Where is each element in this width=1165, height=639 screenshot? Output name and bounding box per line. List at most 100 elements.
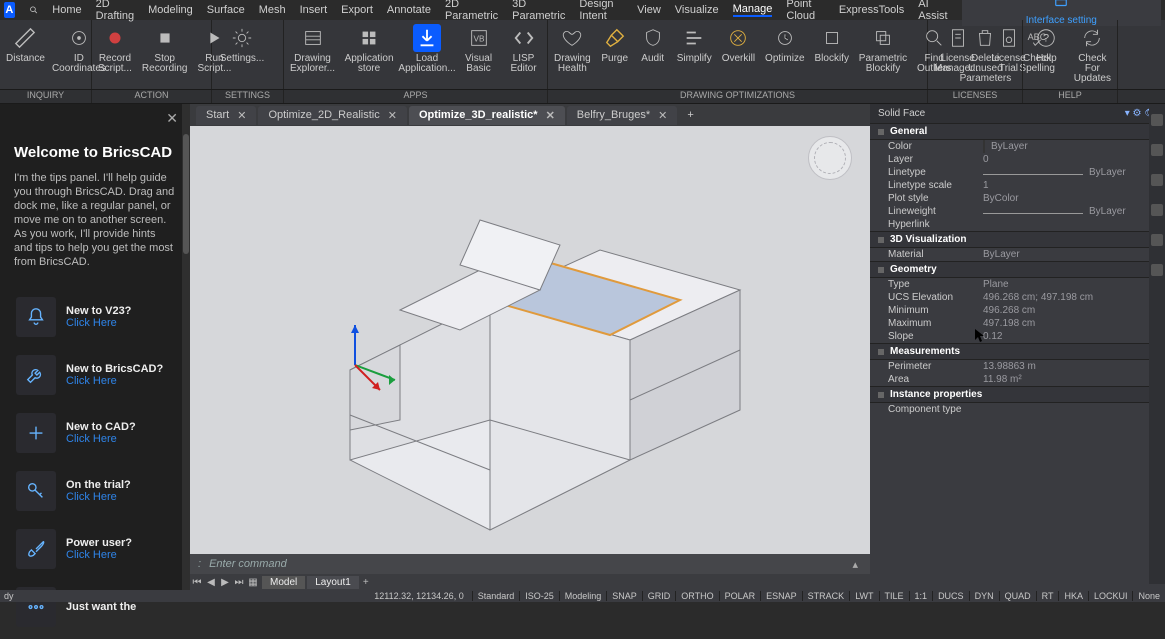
ribbon-record-script-[interactable]: Record Script... [98,24,132,74]
status-chip-1:1[interactable]: 1:1 [909,591,933,601]
menu-annotate[interactable]: Annotate [387,4,431,16]
prop-row[interactable]: Perimeter13.98863 m [870,360,1165,373]
layout-tab-model[interactable]: Model [262,576,305,589]
menu-export[interactable]: Export [341,4,373,16]
status-chip-standard[interactable]: Standard [472,591,520,601]
menu-visualize[interactable]: Visualize [675,4,719,16]
close-icon[interactable]: ✕ [388,109,397,122]
doc-tab[interactable]: Optimize_3D_realistic*✕ [409,106,565,125]
status-chip-lwt[interactable]: LWT [849,591,878,601]
ribbon-lisp-editor[interactable]: LISP Editor [506,24,541,74]
close-icon[interactable]: ✕ [658,109,667,122]
menu-point-cloud[interactable]: Point Cloud [786,0,824,22]
ribbon-stop-recording[interactable]: Stop Recording [142,24,188,74]
status-chip-rt[interactable]: RT [1036,591,1059,601]
status-chip-polar[interactable]: POLAR [719,591,761,601]
layout-last[interactable]: ⏭ [232,577,246,588]
ribbon-help[interactable]: ?Help [1029,24,1064,64]
close-icon[interactable]: ✕ [166,110,178,127]
tip-link[interactable]: Click Here [66,491,131,503]
layout-prev[interactable]: ◀ [204,577,218,588]
tip-card[interactable]: New to BricsCAD?Click Here [12,349,178,401]
ribbon-audit[interactable]: Audit [639,24,667,64]
close-icon[interactable]: ✕ [237,109,246,122]
prop-row[interactable]: UCS Elevation496.268 cm; 497.198 cm [870,291,1165,304]
prop-row[interactable]: TypePlane [870,278,1165,291]
prop-row[interactable]: Maximum497.198 cm [870,317,1165,330]
prop-row[interactable]: LineweightByLayer [870,205,1165,218]
menu-design-intent[interactable]: Design Intent [579,0,623,22]
status-chip-ducs[interactable]: DUCS [932,591,969,601]
doc-tab[interactable]: Start✕ [196,106,256,125]
command-line[interactable]: : Enter command ▴ [190,554,870,574]
tip-card[interactable]: New to V23?Click Here [12,291,178,343]
prop-row[interactable]: Hyperlink [870,218,1165,231]
status-chip-iso-25[interactable]: ISO-25 [519,591,559,601]
ribbon-load-application-[interactable]: Load Application... [403,24,451,74]
tip-card[interactable]: Power user?Click Here [12,523,178,575]
tip-card[interactable]: New to CAD?Click Here [12,407,178,459]
status-chip-hka[interactable]: HKA [1058,591,1088,601]
menu-surface[interactable]: Surface [207,4,245,16]
prop-row[interactable]: Minimum496.268 cm [870,304,1165,317]
menu-2d-parametric[interactable]: 2D Parametric [445,0,498,22]
status-chip-esnap[interactable]: ESNAP [760,591,802,601]
ribbon-license-trial[interactable]: License Trial [991,24,1025,74]
status-chip-strack[interactable]: STRACK [802,591,850,601]
close-icon[interactable]: ✕ [546,109,555,122]
prop-row[interactable]: MaterialByLayer [870,248,1165,261]
doc-tab[interactable]: Optimize_2D_Realistic✕ [258,106,406,125]
menu-view[interactable]: View [637,4,661,16]
ribbon-blockify[interactable]: Blockify [815,24,849,64]
tip-card[interactable]: On the trial?Click Here [12,465,178,517]
prop-section-3d-visualization[interactable]: 3D Visualization [870,231,1165,248]
ribbon-license-manager-[interactable]: License Manager... [934,24,981,74]
prop-section-general[interactable]: General [870,123,1165,140]
ribbon-purge[interactable]: Purge [601,24,629,64]
3d-viewport[interactable] [190,126,870,554]
ribbon-settings-[interactable]: Settings... [218,24,266,64]
status-chip-dyn[interactable]: DYN [969,591,999,601]
tip-link[interactable]: Click Here [66,375,163,387]
status-chip-snap[interactable]: SNAP [606,591,642,601]
ribbon-optimize[interactable]: Optimize [765,24,804,64]
status-chip-modeling[interactable]: Modeling [559,591,607,601]
menu-insert[interactable]: Insert [300,4,328,16]
tip-link[interactable]: Click Here [66,549,132,561]
prop-row[interactable]: Area11.98 m² [870,373,1165,386]
status-chip-lockui[interactable]: LOCKUI [1088,591,1133,601]
menu-home[interactable]: Home [52,4,81,16]
ribbon-visual-basic[interactable]: VBVisual Basic [461,24,496,74]
doc-tab[interactable]: Belfry_Bruges*✕ [567,106,678,125]
layout-next[interactable]: ▶ [218,577,232,588]
prop-section-measurements[interactable]: Measurements [870,343,1165,360]
command-expand-icon[interactable]: ▴ [852,558,858,571]
prop-row[interactable]: Slope0.12 [870,330,1165,343]
prop-row[interactable]: Component type [870,403,1165,416]
right-tool-strip[interactable] [1149,104,1165,584]
menu-modeling[interactable]: Modeling [148,4,193,16]
tip-card[interactable]: Just want the [12,581,178,633]
status-chip-tile[interactable]: TILE [879,591,909,601]
tips-scrollbar[interactable] [182,104,190,590]
tip-link[interactable]: Click Here [66,433,136,445]
prop-row[interactable]: ColorByLayer [870,140,1165,153]
ribbon-drawing-health[interactable]: Drawing Health [554,24,591,74]
tip-link[interactable]: Click Here [66,317,131,329]
ribbon-parametric-blockify[interactable]: Parametric Blockify [859,24,907,74]
add-tab-button[interactable]: + [679,107,701,123]
prop-row[interactable]: Linetype scale1 [870,179,1165,192]
search-icon[interactable] [29,3,38,17]
layout-tab-layout1[interactable]: Layout1 [307,576,359,589]
menu-ai-assist[interactable]: AI Assist [918,0,947,22]
status-chip-grid[interactable]: GRID [642,591,676,601]
ribbon-check-for-updates[interactable]: Check For Updates [1074,24,1111,84]
menu-3d-parametric[interactable]: 3D Parametric [512,0,565,22]
prop-row[interactable]: LinetypeByLayer [870,166,1165,179]
menu-expresstools[interactable]: ExpressTools [839,4,904,16]
ribbon-distance[interactable]: Distance [6,24,45,64]
menu-manage[interactable]: Manage [733,3,773,17]
status-chip-quad[interactable]: QUAD [999,591,1036,601]
prop-section-instance-properties[interactable]: Instance properties [870,386,1165,403]
ribbon-overkill[interactable]: Overkill [722,24,755,64]
